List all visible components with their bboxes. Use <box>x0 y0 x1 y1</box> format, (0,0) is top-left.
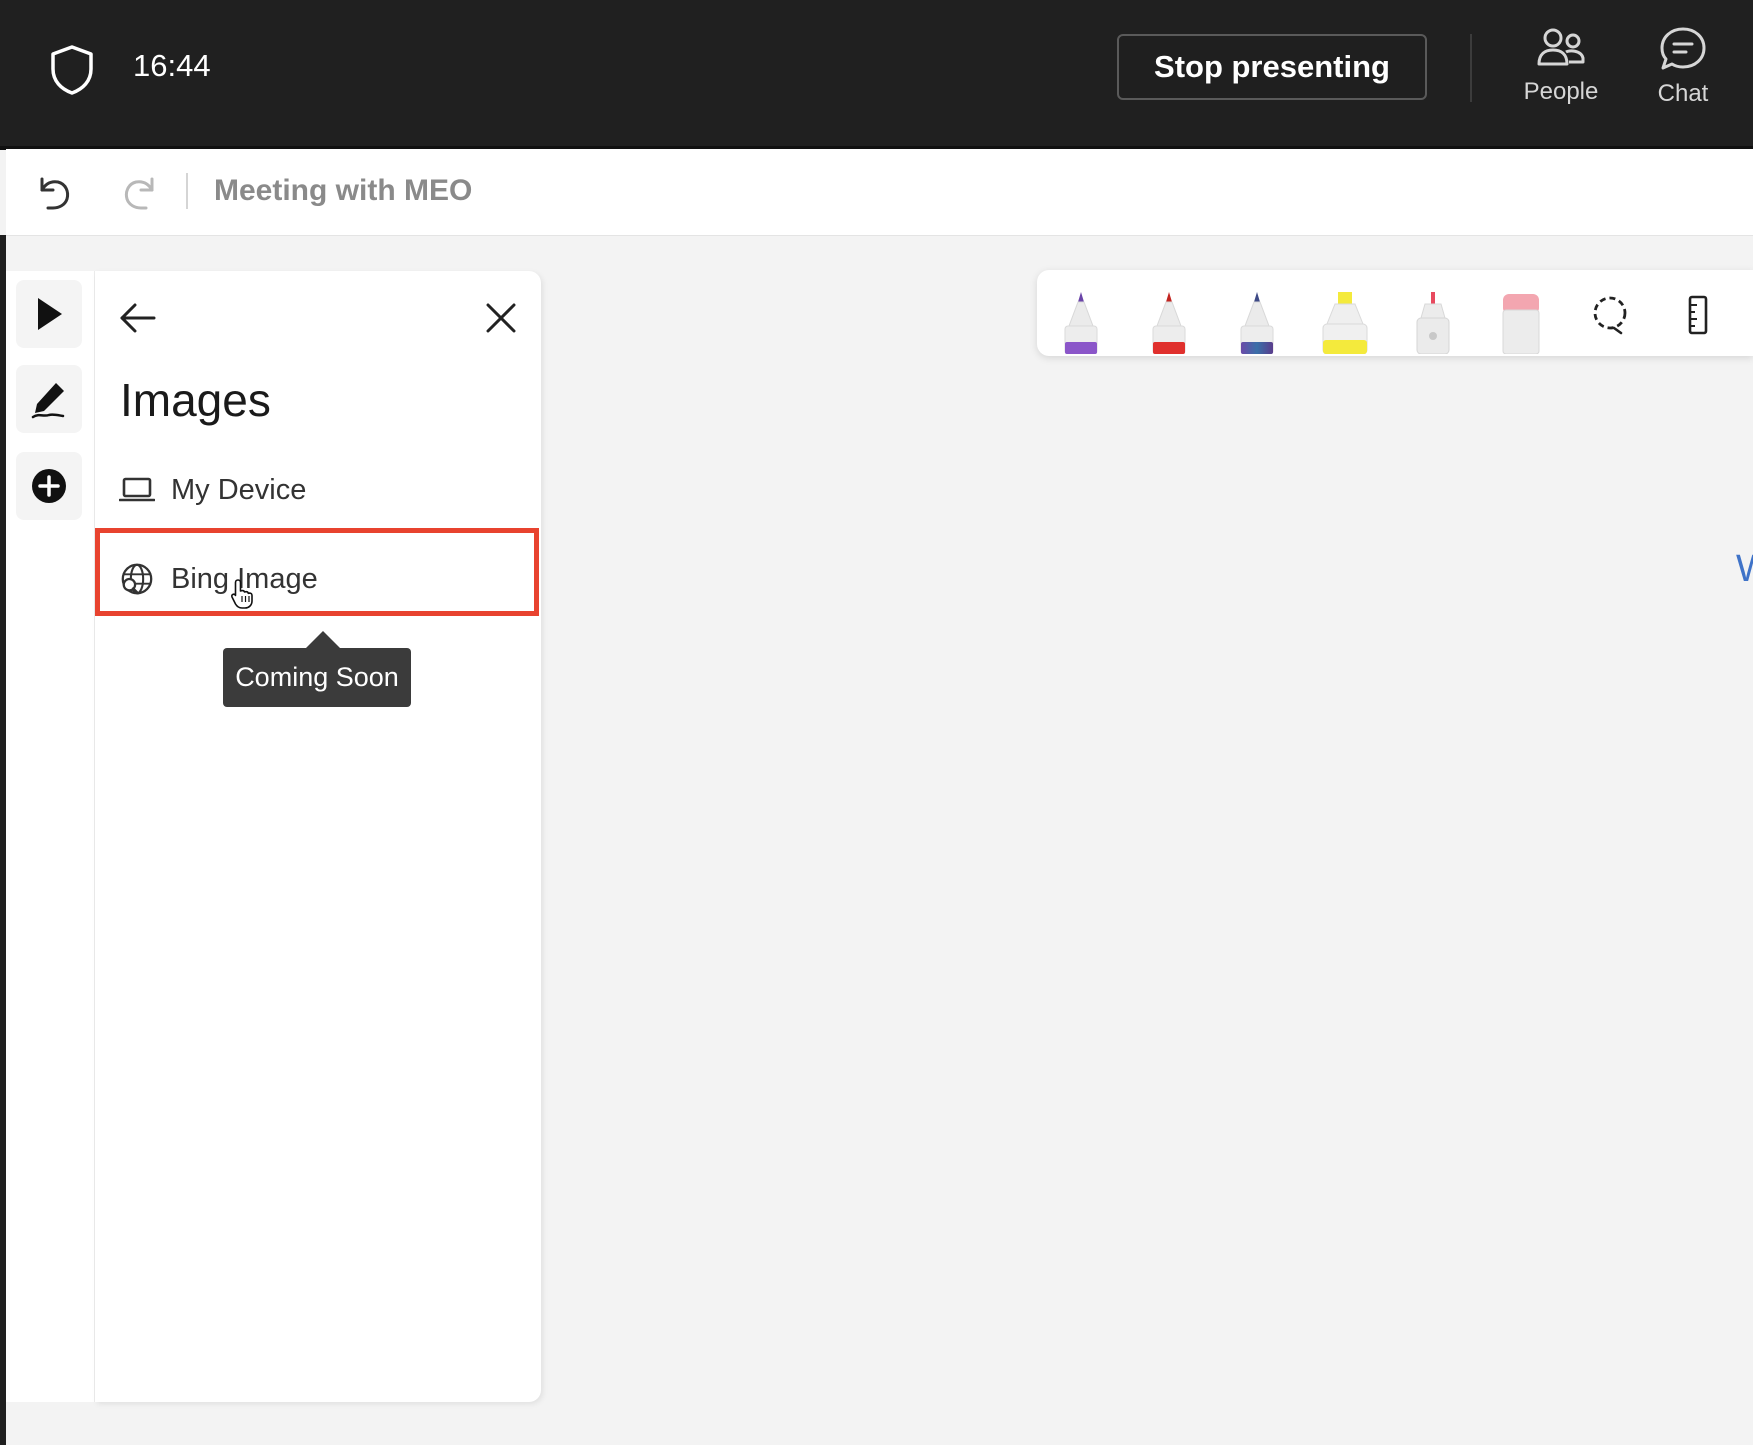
people-label: People <box>1523 78 1599 105</box>
eraser-tool[interactable] <box>1490 276 1552 354</box>
people-icon <box>1535 26 1587 70</box>
undo-icon[interactable] <box>34 173 74 213</box>
people-button[interactable]: People <box>1506 26 1616 116</box>
pen-toolbar <box>1037 270 1753 356</box>
add-tool-button[interactable] <box>16 452 82 520</box>
select-tool-button[interactable] <box>16 280 82 348</box>
chat-button[interactable]: Chat <box>1628 26 1738 116</box>
pen-tool-button[interactable] <box>16 365 82 433</box>
meeting-top-bar: 16:44 Stop presenting People Chat <box>0 0 1753 150</box>
whiteboard-header: Meeting with MEO <box>6 149 1753 236</box>
laptop-icon <box>119 472 155 508</box>
close-icon[interactable] <box>480 297 522 339</box>
panel-title: Images <box>120 374 271 426</box>
add-circle-icon <box>30 467 68 505</box>
chat-icon <box>1659 26 1707 72</box>
ruler-icon <box>1684 294 1712 336</box>
highlighter-icon <box>1319 290 1371 354</box>
canvas-edge-text: W <box>1736 548 1753 591</box>
images-panel: Images My Device Bing Image <box>95 271 541 1402</box>
redo-icon[interactable] <box>120 173 160 213</box>
red-pen-icon <box>1147 290 1191 354</box>
whiteboard-title: Meeting with MEO <box>214 174 473 207</box>
pen-icon <box>29 379 69 419</box>
chat-label: Chat <box>1657 80 1709 107</box>
stop-presenting-button[interactable]: Stop presenting <box>1117 34 1427 100</box>
lasso-icon <box>1589 294 1631 336</box>
hand-cursor-icon <box>230 578 256 610</box>
my-device-label: My Device <box>171 473 307 506</box>
back-arrow-icon[interactable] <box>117 297 159 339</box>
laser-pointer-icon <box>1411 290 1455 354</box>
lasso-tool[interactable] <box>1579 276 1641 354</box>
eraser-icon <box>1498 290 1544 354</box>
selection-highlight <box>95 528 539 616</box>
tool-rail <box>6 271 95 1402</box>
purple-pen-icon <box>1059 290 1103 354</box>
meeting-clock: 16:44 <box>133 48 211 83</box>
laser-pointer-tool[interactable] <box>1402 276 1464 354</box>
select-arrow-icon <box>32 295 66 333</box>
galaxy-pen-icon <box>1235 290 1279 354</box>
ruler-tool[interactable] <box>1667 276 1729 354</box>
header-divider <box>186 173 188 209</box>
galaxy-pen-tool[interactable] <box>1226 276 1288 354</box>
purple-pen-tool[interactable] <box>1050 276 1112 354</box>
shield-icon <box>48 44 96 96</box>
my-device-item[interactable]: My Device <box>95 452 541 528</box>
top-bar-divider <box>1470 34 1472 102</box>
red-pen-tool[interactable] <box>1138 276 1200 354</box>
coming-soon-tooltip: Coming Soon <box>223 631 411 707</box>
highlighter-tool[interactable] <box>1314 276 1376 354</box>
